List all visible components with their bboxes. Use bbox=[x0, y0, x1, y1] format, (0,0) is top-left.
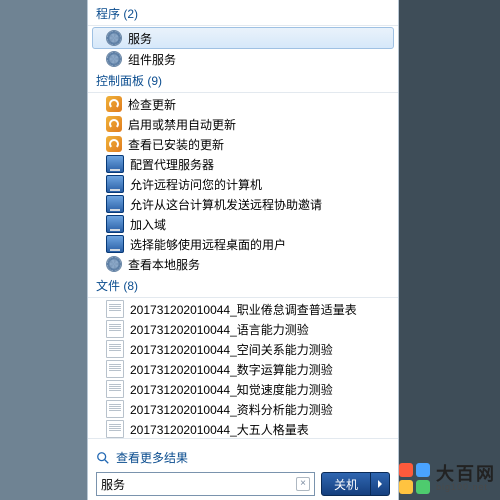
item-label: 配置代理服务器 bbox=[130, 156, 214, 173]
result-item-remote-assist[interactable]: 允许从这台计算机发送远程协助邀请 bbox=[88, 194, 398, 214]
clear-search-icon[interactable]: × bbox=[296, 477, 310, 491]
section-header-programs: 程序 (2) bbox=[88, 2, 398, 26]
result-item-allow-remote[interactable]: 允许远程访问您的计算机 bbox=[88, 174, 398, 194]
search-input[interactable] bbox=[101, 477, 296, 491]
watermark-text: 大百网 big100.net bbox=[436, 465, 496, 492]
shutdown-dropdown-toggle[interactable] bbox=[371, 472, 390, 496]
gear-icon bbox=[106, 256, 122, 272]
results-pane: 程序 (2) 服务 组件服务 控制面板 (9) 检查更新 启用或禁用自动更新 查… bbox=[88, 0, 398, 438]
item-label: 服务 bbox=[128, 30, 152, 47]
document-icon bbox=[106, 320, 124, 338]
document-icon bbox=[106, 340, 124, 358]
update-icon bbox=[106, 96, 122, 112]
watermark-title: 大百网 bbox=[436, 465, 496, 483]
item-label: 201731202010044_知觉速度能力测验 bbox=[130, 381, 333, 398]
shutdown-button[interactable]: 关机 bbox=[321, 472, 371, 496]
screenshot-stage: 程序 (2) 服务 组件服务 控制面板 (9) 检查更新 启用或禁用自动更新 查… bbox=[0, 0, 500, 500]
chevron-right-icon bbox=[376, 480, 384, 488]
section-title: 文件 bbox=[96, 279, 120, 293]
start-menu-search-results: 程序 (2) 服务 组件服务 控制面板 (9) 检查更新 启用或禁用自动更新 查… bbox=[87, 0, 399, 500]
search-row: × 关机 bbox=[96, 472, 390, 496]
update-icon bbox=[106, 116, 122, 132]
result-item-file[interactable]: 201731202010044_数字运算能力测验 bbox=[88, 359, 398, 379]
item-label: 查看本地服务 bbox=[128, 256, 200, 273]
item-label: 组件服务 bbox=[128, 51, 176, 68]
computer-icon bbox=[106, 175, 124, 193]
computer-icon bbox=[106, 235, 124, 253]
result-item-auto-update[interactable]: 启用或禁用自动更新 bbox=[88, 114, 398, 134]
result-item-component-services[interactable]: 组件服务 bbox=[88, 49, 398, 69]
item-label: 201731202010044_大五人格量表 bbox=[130, 421, 309, 438]
result-item-local-services[interactable]: 查看本地服务 bbox=[88, 254, 398, 274]
see-more-label: 查看更多结果 bbox=[116, 449, 188, 466]
section-count: 2 bbox=[127, 7, 134, 21]
document-icon bbox=[106, 300, 124, 318]
item-label: 检查更新 bbox=[128, 96, 176, 113]
result-item-file[interactable]: 201731202010044_空间关系能力测验 bbox=[88, 339, 398, 359]
section-title: 控制面板 bbox=[96, 74, 144, 88]
item-label: 选择能够使用远程桌面的用户 bbox=[130, 236, 286, 253]
item-label: 201731202010044_资料分析能力测验 bbox=[130, 401, 333, 418]
watermark-url: big100.net bbox=[436, 483, 496, 492]
document-icon bbox=[106, 380, 124, 398]
document-icon bbox=[106, 420, 124, 438]
watermark-logo bbox=[399, 463, 430, 494]
item-label: 201731202010044_空间关系能力测验 bbox=[130, 341, 333, 358]
start-menu-right-panel bbox=[397, 0, 500, 500]
search-icon bbox=[96, 451, 110, 465]
result-item-services[interactable]: 服务 bbox=[92, 27, 394, 49]
item-label: 允许远程访问您的计算机 bbox=[130, 176, 262, 193]
gear-icon bbox=[106, 30, 122, 46]
item-label: 查看已安装的更新 bbox=[128, 136, 224, 153]
result-item-file[interactable]: 201731202010044_语言能力测验 bbox=[88, 319, 398, 339]
item-label: 允许从这台计算机发送远程协助邀请 bbox=[130, 196, 322, 213]
shutdown-split-button[interactable]: 关机 bbox=[321, 472, 390, 496]
shutdown-label: 关机 bbox=[334, 476, 358, 493]
section-header-files: 文件 (8) bbox=[88, 274, 398, 298]
result-item-file[interactable]: 201731202010044_职业倦怠调查普适量表 bbox=[88, 299, 398, 319]
result-item-proxy[interactable]: 配置代理服务器 bbox=[88, 154, 398, 174]
watermark: 大百网 big100.net bbox=[399, 463, 496, 494]
computer-icon bbox=[106, 195, 124, 213]
item-label: 启用或禁用自动更新 bbox=[128, 116, 236, 133]
result-item-file[interactable]: 201731202010044_大五人格量表 bbox=[88, 419, 398, 438]
computer-icon bbox=[106, 155, 124, 173]
see-more-results[interactable]: 查看更多结果 bbox=[96, 445, 390, 472]
result-item-file[interactable]: 201731202010044_资料分析能力测验 bbox=[88, 399, 398, 419]
result-item-remote-desktop-users[interactable]: 选择能够使用远程桌面的用户 bbox=[88, 234, 398, 254]
search-box[interactable]: × bbox=[96, 472, 315, 496]
item-label: 201731202010044_职业倦怠调查普适量表 bbox=[130, 301, 357, 318]
item-label: 201731202010044_语言能力测验 bbox=[130, 321, 309, 338]
computer-icon bbox=[106, 215, 124, 233]
item-label: 加入域 bbox=[130, 216, 166, 233]
result-item-check-update[interactable]: 检查更新 bbox=[88, 94, 398, 114]
result-item-installed-updates[interactable]: 查看已安装的更新 bbox=[88, 134, 398, 154]
section-header-control-panel: 控制面板 (9) bbox=[88, 69, 398, 93]
section-title: 程序 bbox=[96, 7, 120, 21]
start-menu-footer: 查看更多结果 × 关机 bbox=[88, 438, 398, 500]
section-count: 9 bbox=[151, 74, 158, 88]
gear-icon bbox=[106, 51, 122, 67]
result-item-file[interactable]: 201731202010044_知觉速度能力测验 bbox=[88, 379, 398, 399]
document-icon bbox=[106, 400, 124, 418]
update-icon bbox=[106, 136, 122, 152]
document-icon bbox=[106, 360, 124, 378]
item-label: 201731202010044_数字运算能力测验 bbox=[130, 361, 333, 378]
section-count: 8 bbox=[127, 279, 134, 293]
result-item-join-domain[interactable]: 加入域 bbox=[88, 214, 398, 234]
